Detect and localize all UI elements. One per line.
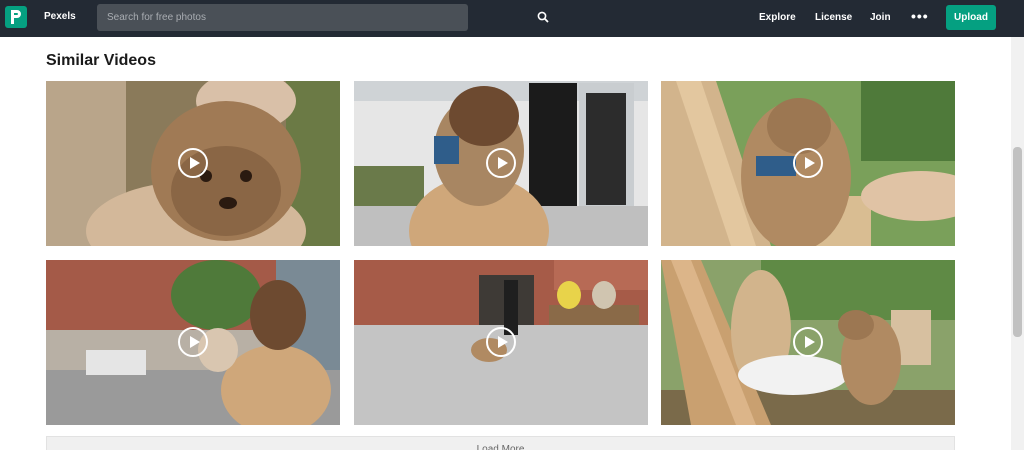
top-navbar: Pexels Explore License Join ••• Upload — [0, 0, 1024, 37]
nav-license[interactable]: License — [815, 12, 852, 23]
play-icon[interactable] — [486, 327, 516, 357]
play-icon[interactable] — [178, 148, 208, 178]
scrollbar-thumb[interactable] — [1013, 147, 1022, 337]
video-thumbnail-6[interactable] — [661, 260, 955, 425]
upload-button[interactable]: Upload — [946, 5, 996, 30]
search-input[interactable] — [107, 9, 427, 26]
load-more-button[interactable]: Load More — [46, 436, 955, 450]
more-options-icon[interactable]: ••• — [911, 8, 929, 24]
video-thumbnail-5[interactable] — [354, 260, 648, 425]
play-icon[interactable] — [178, 327, 208, 357]
page-scrollbar[interactable] — [1011, 37, 1024, 450]
section-title: Similar Videos — [46, 52, 156, 69]
video-thumbnail-3[interactable] — [661, 81, 955, 246]
video-thumbnail-4[interactable] — [46, 260, 340, 425]
play-icon[interactable] — [793, 148, 823, 178]
video-thumbnail-2[interactable] — [354, 81, 648, 246]
search-bar — [97, 4, 549, 31]
video-thumbnail-1[interactable] — [46, 81, 340, 246]
brand-name[interactable]: Pexels — [44, 11, 76, 22]
nav-join[interactable]: Join — [870, 12, 891, 23]
play-icon[interactable] — [793, 327, 823, 357]
search-icon[interactable] — [537, 11, 549, 23]
nav-explore[interactable]: Explore — [759, 12, 796, 23]
pexels-logo-icon[interactable] — [5, 6, 27, 28]
play-icon[interactable] — [486, 148, 516, 178]
